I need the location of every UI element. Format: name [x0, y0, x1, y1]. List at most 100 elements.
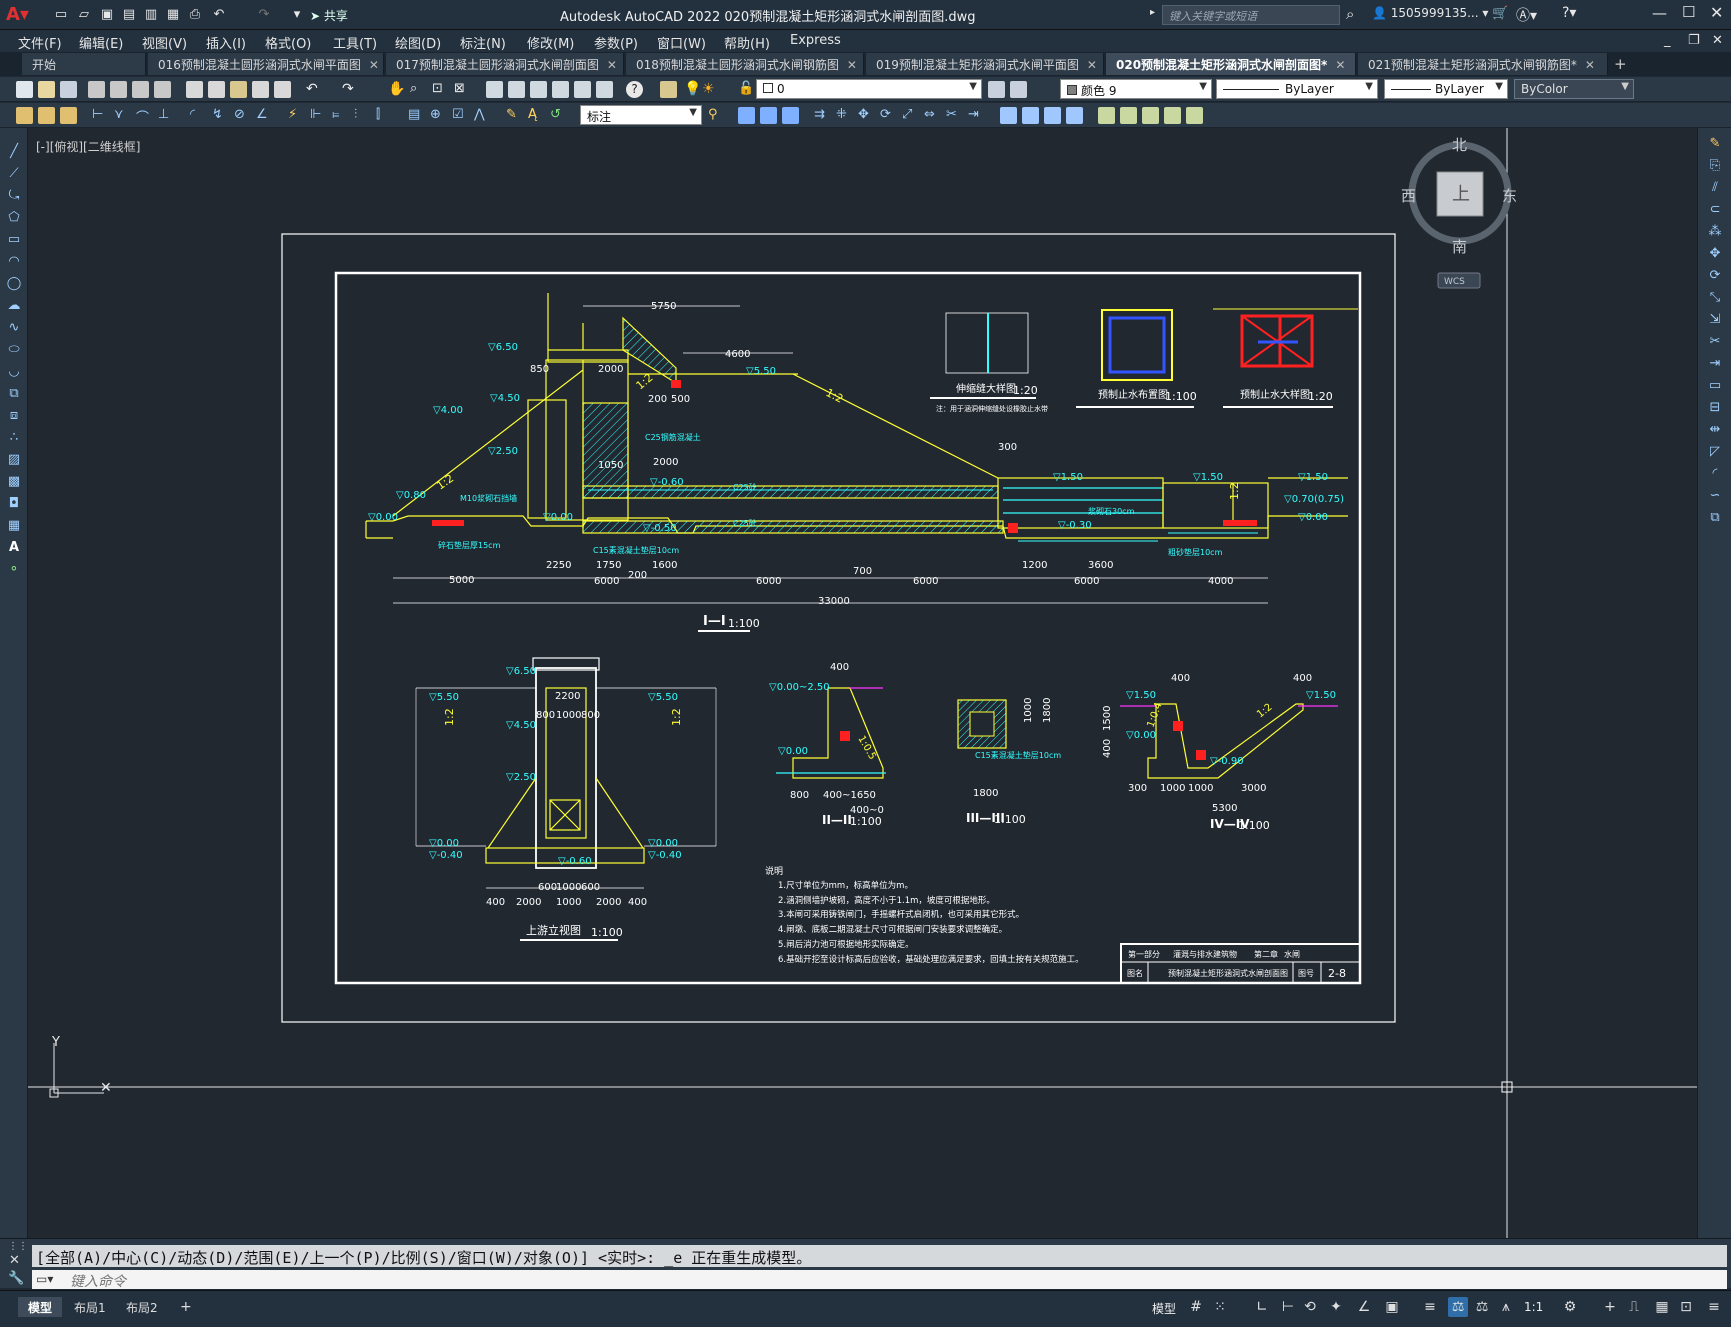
- pan-icon[interactable]: ✋: [388, 81, 405, 98]
- viewcube[interactable]: 上 北 南 东 西 WCS: [1401, 136, 1517, 289]
- workspace-save-icon[interactable]: [60, 107, 77, 124]
- layout-tab-1[interactable]: 布局1: [64, 1297, 116, 1317]
- dimstyle-manager-icon[interactable]: ⚲: [708, 107, 725, 124]
- dim-angular-icon[interactable]: ∠: [256, 107, 273, 124]
- doc-minimize-icon[interactable]: _: [1664, 33, 1671, 48]
- modify-fillet-icon[interactable]: [1066, 107, 1083, 124]
- dim-linear-icon[interactable]: ⊢: [92, 107, 109, 124]
- layer-freeze-icon[interactable]: ☀: [702, 81, 719, 98]
- menu-view[interactable]: 视图(V): [142, 33, 187, 52]
- tool-palettes-icon[interactable]: [530, 81, 547, 98]
- menu-parametric[interactable]: 参数(P): [594, 33, 638, 52]
- add-selected-icon[interactable]: ⚬: [5, 562, 23, 578]
- chamfer-icon[interactable]: ◸: [1706, 444, 1724, 460]
- lineweight-dropdown[interactable]: ByLayer ▼: [1384, 79, 1508, 99]
- annotation-scale-value[interactable]: 1:1: [1524, 1300, 1543, 1314]
- cart-icon[interactable]: 🛒: [1492, 6, 1508, 21]
- trim-icon[interactable]: ✂: [1706, 334, 1724, 350]
- tab-021[interactable]: 021预制混凝土矩形涵洞式水闸钢筋图* ✕: [1358, 53, 1608, 75]
- autodesk-a360-icon[interactable]: Ⓐ▾: [1516, 5, 1537, 25]
- search-expand-icon[interactable]: ▸: [1150, 7, 1155, 18]
- open-icon[interactable]: [38, 81, 55, 98]
- menu-window[interactable]: 窗口(W): [657, 33, 706, 52]
- close-icon[interactable]: ✕: [1710, 3, 1723, 22]
- rotate-icon[interactable]: ⟳: [1706, 268, 1724, 284]
- point-icon[interactable]: ∴: [5, 430, 23, 446]
- annotation-visibility-icon[interactable]: ⚖: [1448, 1297, 1468, 1317]
- polar-icon[interactable]: ⟲: [1300, 1297, 1320, 1317]
- qnew-icon[interactable]: [16, 81, 33, 98]
- units-icon[interactable]: ⎍: [1624, 1297, 1644, 1317]
- dim-continue-icon[interactable]: ⫢: [332, 107, 349, 124]
- design-center-icon[interactable]: [508, 81, 525, 98]
- customize-qat-icon[interactable]: ▾: [288, 5, 306, 23]
- annotation-monitor-icon[interactable]: +: [1600, 1297, 1620, 1317]
- line-icon[interactable]: ╱: [5, 144, 23, 160]
- isodraft-icon[interactable]: ∠: [1354, 1297, 1374, 1317]
- search-input[interactable]: 键入关键字或短语: [1162, 5, 1340, 25]
- menu-insert[interactable]: 插入(I): [206, 33, 246, 52]
- user-account[interactable]: 👤 1505999135... ▾: [1372, 6, 1488, 20]
- ortho-icon[interactable]: ⊢: [1278, 1297, 1298, 1317]
- draworder-front-icon[interactable]: [1120, 107, 1137, 124]
- zoom-window-icon[interactable]: ⊡: [432, 81, 449, 98]
- ellipse-arc-icon[interactable]: ◡: [5, 364, 23, 380]
- copy-object-icon[interactable]: ⎘: [1706, 158, 1724, 174]
- zoom-realtime-icon[interactable]: ⌕: [410, 81, 427, 98]
- model-space-button[interactable]: 模型: [1152, 1300, 1176, 1317]
- construction-line-icon[interactable]: ⟋: [5, 166, 23, 182]
- gradient-icon[interactable]: ▩: [5, 474, 23, 490]
- menu-file[interactable]: 文件(F): [18, 33, 62, 52]
- drawing-canvas[interactable]: [-][俯视][二维线框] 5750 4600 850 2000 200 500…: [28, 128, 1697, 1238]
- modify-chamfer-icon[interactable]: [1044, 107, 1061, 124]
- publish-icon[interactable]: [132, 81, 149, 98]
- modify-explode-icon[interactable]: [1098, 107, 1115, 124]
- fillet-icon[interactable]: ◜: [1706, 466, 1724, 482]
- redo-icon[interactable]: ↷: [255, 5, 273, 23]
- move-icon[interactable]: ✥: [1706, 246, 1724, 262]
- command-settings-icon[interactable]: 🔧: [8, 1271, 24, 1286]
- share-button[interactable]: ➤ 共享: [310, 7, 348, 24]
- annotation-autoscale-icon[interactable]: ⚖: [1472, 1297, 1492, 1317]
- doc-restore-icon[interactable]: ❐: [1688, 33, 1700, 48]
- layer-on-icon[interactable]: 💡: [684, 81, 701, 98]
- scale-icon[interactable]: ⤡: [1706, 290, 1724, 306]
- erase-icon[interactable]: ✎: [1706, 136, 1724, 152]
- modify-copy-icon[interactable]: [760, 107, 777, 124]
- save-icon[interactable]: ▣: [98, 5, 116, 23]
- insert-block-icon[interactable]: ⧉: [5, 386, 23, 402]
- tab-close-icon[interactable]: ✕: [1335, 58, 1345, 72]
- clean-screen-icon[interactable]: ⊡: [1676, 1297, 1696, 1317]
- dim-arc-icon[interactable]: ⌒: [136, 107, 153, 126]
- polygon-icon[interactable]: ⬠: [5, 210, 23, 226]
- menu-help[interactable]: 帮助(H): [724, 33, 770, 52]
- dim-aligned-icon[interactable]: ⋎: [114, 107, 131, 124]
- tab-020[interactable]: 020预制混凝土矩形涵洞式水闸剖面图* ✕: [1106, 53, 1356, 75]
- matchprop-icon[interactable]: [252, 81, 269, 98]
- dim-space-icon[interactable]: ⫶: [354, 107, 371, 124]
- modify-extend-icon[interactable]: ⇥: [968, 107, 985, 124]
- draworder-back-icon[interactable]: [1142, 107, 1159, 124]
- osnap-icon[interactable]: ▣: [1382, 1297, 1402, 1317]
- lineweight-icon[interactable]: ≡: [1420, 1297, 1440, 1317]
- tab-017[interactable]: 017预制混凝土圆形涵洞式水闸剖面图 ✕: [386, 53, 624, 75]
- blend-icon[interactable]: ∽: [1706, 488, 1724, 504]
- modify-join-icon[interactable]: [1022, 107, 1039, 124]
- open-web-icon[interactable]: ▥: [142, 5, 160, 23]
- help-icon[interactable]: ?▾: [1562, 5, 1576, 21]
- layer-dropdown[interactable]: 0 ▼: [756, 79, 982, 99]
- menu-modify[interactable]: 修改(M): [527, 33, 574, 52]
- tab-018[interactable]: 018预制混凝土圆形涵洞式水闸钢筋图 ✕: [626, 53, 864, 75]
- center-mark-icon[interactable]: ⊕: [430, 107, 447, 124]
- plot-icon[interactable]: ⎙: [186, 5, 204, 23]
- linetype-dropdown[interactable]: ByLayer ▼: [1216, 79, 1378, 99]
- modify-rotate-icon[interactable]: ⟳: [880, 107, 897, 124]
- modify-offset-icon[interactable]: ⇉: [814, 107, 831, 124]
- menu-edit[interactable]: 编辑(E): [79, 33, 123, 52]
- dim-break-icon[interactable]: ⫿: [376, 107, 393, 124]
- add-layout-icon[interactable]: +: [180, 1299, 192, 1315]
- polyline-icon[interactable]: ⤿: [5, 188, 23, 204]
- open-file-icon[interactable]: ▱: [75, 5, 93, 23]
- menu-express[interactable]: Express: [790, 33, 841, 48]
- calculator-icon[interactable]: [596, 81, 613, 98]
